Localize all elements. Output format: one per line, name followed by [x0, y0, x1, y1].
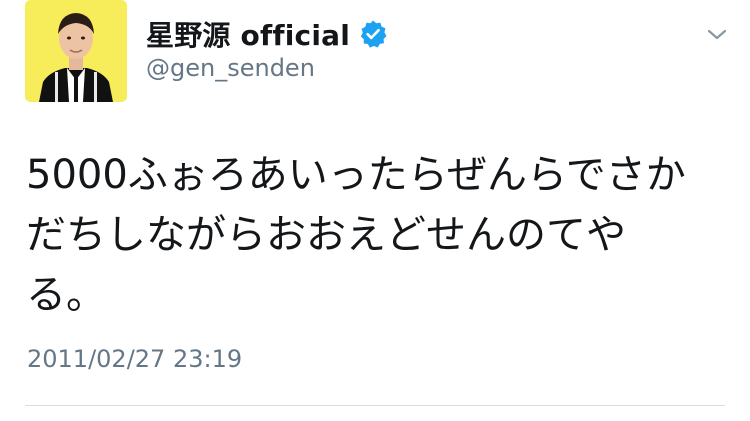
avatar[interactable]	[25, 0, 127, 102]
tweet-text-line: だちしながらおおえどせんのてや	[26, 212, 626, 258]
display-name[interactable]: 星野源 official	[146, 14, 350, 54]
display-name-row: 星野源 official	[146, 14, 388, 54]
tweet-text-line: 5000ふぉろあいったらぜんらでさか	[26, 152, 686, 198]
verified-badge-icon	[358, 19, 388, 49]
chevron-down-icon[interactable]	[703, 25, 731, 45]
tweet-text-line: る。	[26, 272, 106, 318]
tweet-text: 5000ふぉろあいったらぜんらでさか だちしながらおおえどせんのてや る。	[26, 145, 726, 325]
tweet-card: 星野源 official @gen_senden 5000ふぉろあいったらぜんら…	[0, 0, 750, 421]
tweet-timestamp[interactable]: 2011/02/27 23:19	[27, 345, 242, 373]
divider	[25, 405, 725, 406]
user-handle[interactable]: @gen_senden	[146, 54, 315, 82]
